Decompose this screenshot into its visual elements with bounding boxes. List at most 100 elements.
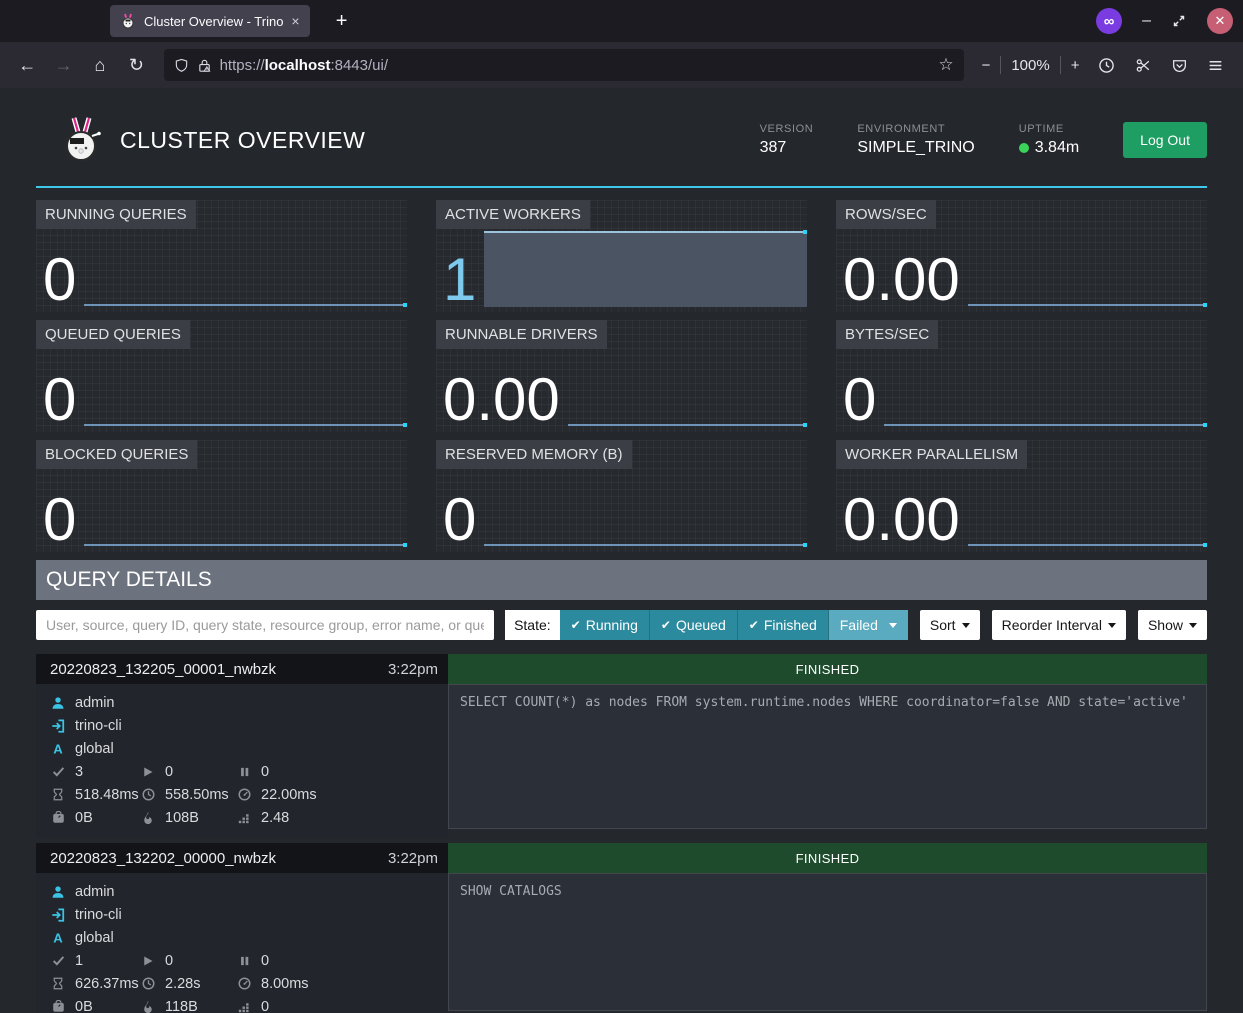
uptime-block: UPTIME 3.84m [1019, 123, 1079, 157]
filter-running-button[interactable]: ✔Running [560, 610, 650, 640]
menu-button[interactable] [1201, 49, 1231, 81]
hamburger-icon [1207, 57, 1224, 74]
query-id-cell: 20220823_132205_00001_nwbzk 3:22pm [36, 654, 448, 684]
browser-tab[interactable]: Cluster Overview - Trino × [110, 5, 310, 37]
sign-in-icon [51, 719, 65, 733]
zoom-out-button[interactable]: − [982, 57, 991, 74]
filter-queued-label: Queued [676, 617, 726, 633]
resource-group-icon: A [51, 931, 65, 945]
memory-scale-icon [52, 811, 65, 824]
separator [1000, 56, 1001, 74]
zoom-level[interactable]: 100% [1011, 57, 1049, 74]
check-icon [52, 765, 65, 778]
stat-value: 0.00 [843, 492, 968, 547]
page-header: CLUSTER OVERVIEW VERSION 387 ENVIRONMENT… [36, 88, 1207, 188]
stat-label: WORKER PARALLELISM [836, 440, 1027, 469]
query-search-input[interactable] [36, 610, 494, 640]
stat-card-runnable-drivers: 0.00 RUNNABLE DRIVERS [436, 320, 807, 432]
reload-button[interactable]: ↻ [121, 49, 151, 81]
clock-icon [142, 788, 155, 801]
gauge-icon [238, 788, 251, 801]
svg-text:A: A [53, 931, 63, 945]
state-filter-group: State: ✔Running ✔Queued ✔Finished Failed [505, 610, 908, 640]
query-time: 3:22pm [388, 661, 438, 678]
user-icon [51, 885, 65, 899]
trino-favicon [120, 13, 136, 29]
fire-icon [142, 811, 154, 824]
url-text[interactable]: https://localhost:8443/ui/ [220, 57, 931, 74]
hourglass-icon [52, 788, 64, 801]
filter-failed-dropdown[interactable]: Failed [829, 610, 908, 640]
query-stats-panel: admin trino-cli Aglobal 3 0 0 518.48ms 5… [36, 684, 448, 838]
forward-button[interactable]: → [48, 49, 78, 81]
stat-value: 0.00 [443, 372, 568, 427]
query-card: 20220823_132202_00000_nwbzk 3:22pm FINIS… [36, 843, 1207, 1013]
sparkline [84, 237, 407, 307]
query-status-badge: FINISHED [448, 654, 1207, 684]
history-clock-icon [1098, 57, 1115, 74]
stat-label: RUNNABLE DRIVERS [436, 320, 607, 349]
stat-value: 0 [43, 372, 84, 427]
filter-running-label: Running [586, 617, 638, 633]
sparkline [568, 357, 807, 427]
reorder-interval-dropdown[interactable]: Reorder Interval [992, 610, 1126, 640]
new-tab-button[interactable]: + [328, 10, 356, 33]
stat-value: 0.00 [843, 252, 968, 307]
filter-queued-button[interactable]: ✔Queued [650, 610, 738, 640]
parallelism: 2.48 [261, 810, 289, 826]
chevron-down-icon [1189, 623, 1197, 628]
filter-finished-label: Finished [764, 617, 817, 633]
bookmark-star-icon[interactable]: ☆ [938, 55, 953, 75]
stat-card-active-workers: 1 ACTIVE WORKERS [436, 200, 807, 312]
tab-close-icon[interactable]: × [291, 13, 299, 29]
history-button[interactable] [1091, 49, 1121, 81]
screenshot-button[interactable] [1128, 49, 1158, 81]
stat-label: RUNNING QUERIES [36, 200, 196, 229]
query-resource-group: global [75, 741, 114, 757]
cpu-time: 8.00ms [261, 976, 309, 992]
home-button[interactable]: ⌂ [85, 49, 115, 81]
environment-value: SIMPLE_TRINO [857, 139, 974, 157]
url-host: localhost [265, 57, 331, 74]
elapsed-time: 2.28s [165, 976, 200, 992]
pocket-button[interactable] [1164, 49, 1194, 81]
page-title: CLUSTER OVERVIEW [120, 127, 365, 154]
pause-icon [239, 766, 250, 778]
wall-time: 518.48ms [75, 787, 139, 803]
window-restore-button[interactable] [1171, 13, 1187, 29]
window-close-button[interactable]: ✕ [1207, 8, 1233, 34]
queued-splits: 0 [261, 764, 269, 780]
shield-icon[interactable] [174, 58, 189, 73]
hourglass-icon [52, 977, 64, 990]
query-card: 20220823_132205_00001_nwbzk 3:22pm FINIS… [36, 654, 1207, 838]
show-label: Show [1148, 617, 1183, 633]
query-id-link[interactable]: 20220823_132202_00000_nwbzk [50, 850, 276, 867]
query-user: admin [75, 884, 115, 900]
query-source: trino-cli [75, 907, 122, 923]
check-icon [52, 954, 65, 967]
version-label: VERSION [760, 123, 814, 135]
cpu-time: 22.00ms [261, 787, 317, 803]
query-resource-group: global [75, 930, 114, 946]
stat-card-rows-sec: 0.00 ROWS/SEC [836, 200, 1207, 312]
url-bar[interactable]: https://localhost:8443/ui/ ☆ [164, 49, 964, 81]
logout-button[interactable]: Log Out [1123, 122, 1207, 158]
filter-finished-button[interactable]: ✔Finished [738, 610, 829, 640]
window-minimize-button[interactable]: – [1142, 12, 1151, 30]
query-time: 3:22pm [388, 850, 438, 867]
url-scheme: https:// [220, 57, 265, 74]
stat-label: QUEUED QUERIES [36, 320, 190, 349]
sparkline [968, 477, 1207, 547]
back-button[interactable]: ← [12, 49, 42, 81]
play-icon [142, 955, 154, 967]
zoom-in-button[interactable]: + [1071, 57, 1080, 74]
current-memory: 0B [75, 810, 93, 826]
parallelism-chart-icon [238, 811, 251, 824]
show-dropdown[interactable]: Show [1138, 610, 1207, 640]
query-id-link[interactable]: 20220823_132205_00001_nwbzk [50, 661, 276, 678]
stat-card-blocked-queries: 0 BLOCKED QUERIES [36, 440, 407, 552]
pocket-icon [1171, 57, 1188, 74]
stat-value: 0 [43, 492, 84, 547]
lock-warning-icon[interactable] [197, 58, 212, 73]
sort-dropdown[interactable]: Sort [920, 610, 980, 640]
